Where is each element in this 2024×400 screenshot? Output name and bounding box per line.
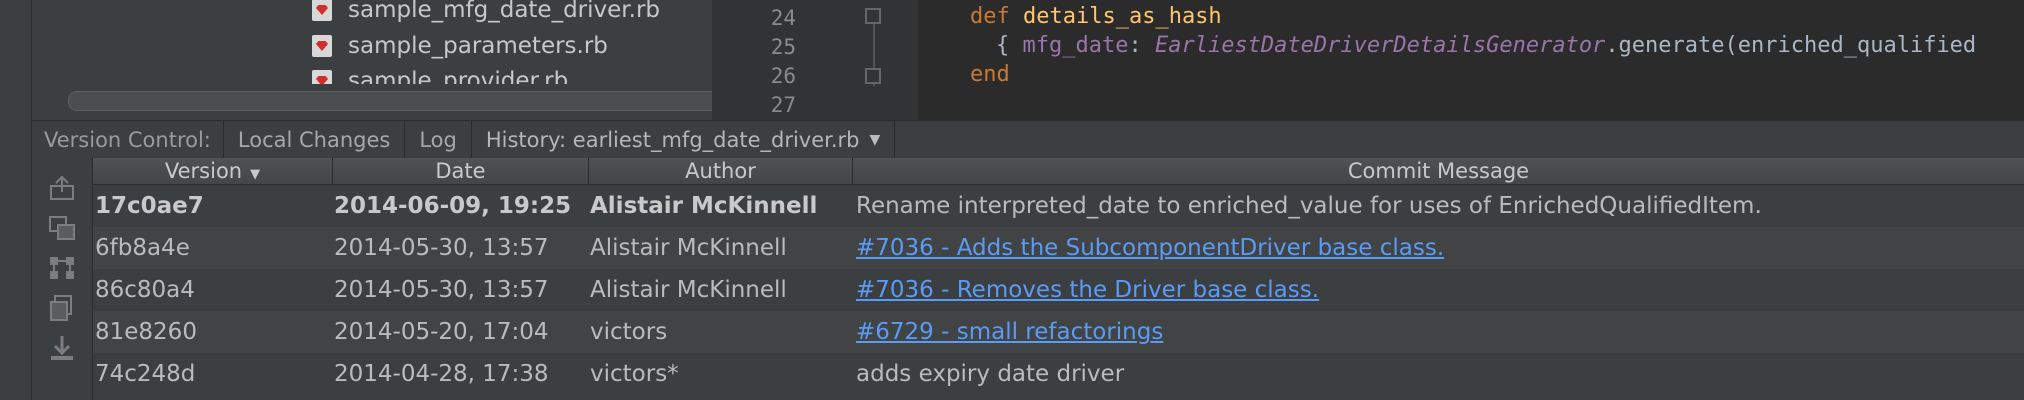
cell-author: Alistair McKinnell <box>590 193 818 219</box>
cell-commit-message: #6729 - small refactorings <box>856 311 2016 353</box>
cell-author: victors <box>590 319 668 345</box>
cell-commit-message: Rename interpreted_date to enriched_valu… <box>856 193 1762 219</box>
line-number: 27 <box>770 93 796 117</box>
cell-commit-message: adds expiry date driver <box>856 361 1125 387</box>
symbol: mfg_date <box>1022 33 1129 58</box>
code-line-25: { mfg_date: EarliestDateDriverDetailsGen… <box>996 33 1976 58</box>
cell-version: 6fb8a4e <box>95 235 190 261</box>
code-editor[interactable]: def details_as_hash { mfg_date: Earliest… <box>918 0 2024 120</box>
share-icon[interactable] <box>47 174 77 202</box>
class-name: EarliestDateDriverDetailsGenerator <box>1154 33 1606 58</box>
commit-link[interactable]: #7036 - Adds the SubcomponentDriver base… <box>856 235 1444 261</box>
tab-local-changes[interactable]: Local Changes <box>224 121 406 158</box>
line-number: 25 <box>770 35 796 59</box>
horizontal-scrollbar[interactable] <box>68 91 712 111</box>
column-header-version[interactable]: Version ▼ <box>93 158 333 184</box>
compare-icon[interactable] <box>47 214 77 242</box>
table-header: Version ▼ Date Author Commit Message <box>93 158 2024 185</box>
tab-log[interactable]: Log <box>405 121 472 158</box>
cell-author: victors* <box>590 361 679 387</box>
line-number: 24 <box>770 6 796 30</box>
history-toolbar <box>32 158 93 400</box>
ruby-file-icon <box>312 70 332 84</box>
table-row[interactable]: 6fb8a4e 2014-05-30, 13:57 Alistair McKin… <box>93 227 2024 269</box>
history-table: Version ▼ Date Author Commit Message 17c0… <box>93 158 2024 400</box>
copy-icon[interactable] <box>47 294 77 322</box>
cell-date: 2014-05-20, 17:04 <box>334 319 549 345</box>
cell-commit-message: #7036 - Adds the SubcomponentDriver base… <box>856 227 2016 269</box>
cell-commit-message: #7036 - Removes the Driver base class. <box>856 269 2016 311</box>
code-line-26: end <box>970 62 1010 87</box>
version-control-header: Version Control: Local Changes Log Histo… <box>32 120 2024 159</box>
table-row[interactable]: 81e8260 2014-05-20, 17:04 victors #6729 … <box>93 311 2024 353</box>
cell-date: 2014-05-30, 13:57 <box>334 235 549 261</box>
commit-link[interactable]: #6729 - small refactorings <box>856 319 1163 345</box>
cell-author: Alistair McKinnell <box>590 235 787 261</box>
method-call: .generate(enriched_qualified <box>1605 33 1977 58</box>
column-header-date[interactable]: Date <box>333 158 589 184</box>
structure-icon[interactable] <box>47 254 77 282</box>
cell-version: 17c0ae7 <box>95 193 204 219</box>
table-row[interactable]: 17c0ae7 2014-06-09, 19:25 Alistair McKin… <box>93 185 2024 227</box>
colon: : <box>1128 33 1155 58</box>
cell-date: 2014-06-09, 19:25 <box>334 193 572 219</box>
tree-item-file[interactable]: sample_mfg_date_driver.rb <box>312 0 660 25</box>
ruby-file-icon <box>312 35 332 57</box>
tree-item-file[interactable]: sample_parameters.rb <box>312 31 608 61</box>
fold-marker-icon[interactable] <box>865 68 881 84</box>
tab-history-label: History: earliest_mfg_date_driver.rb <box>485 127 860 152</box>
sort-descending-icon: ▼ <box>250 167 261 182</box>
tab-history[interactable]: History: earliest_mfg_date_driver.rb ▼ <box>472 121 896 158</box>
method-name: details_as_hash <box>1023 4 1222 29</box>
cell-date: 2014-04-28, 17:38 <box>334 361 549 387</box>
tree-item-label: sample_mfg_date_driver.rb <box>348 0 661 23</box>
project-tree: sample_mfg_date_driver.rb sample_paramet… <box>32 0 712 120</box>
chevron-down-icon[interactable]: ▼ <box>870 132 881 148</box>
ruby-file-icon <box>312 0 332 21</box>
table-row[interactable]: 86c80a4 2014-05-30, 13:57 Alistair McKin… <box>93 269 2024 311</box>
left-tool-strip <box>0 0 32 400</box>
editor-gutter: 24 25 26 27 <box>712 0 918 120</box>
table-row[interactable]: 74c248d 2014-04-28, 17:38 victors* adds … <box>93 353 2024 395</box>
column-header-label: Version <box>164 159 243 183</box>
cell-version: 86c80a4 <box>95 277 195 303</box>
tree-item-label: sample_parameters.rb <box>348 33 608 59</box>
brace: { <box>996 33 1023 58</box>
column-header-commit-message[interactable]: Commit Message <box>853 158 2024 184</box>
download-icon[interactable] <box>47 334 77 362</box>
cell-version: 81e8260 <box>95 319 197 345</box>
column-header-author[interactable]: Author <box>589 158 853 184</box>
keyword: end <box>970 62 1010 87</box>
commit-link[interactable]: #7036 - Removes the Driver base class. <box>856 277 1319 303</box>
line-number: 26 <box>770 64 796 88</box>
code-line-24: def details_as_hash <box>970 4 1222 29</box>
version-control-label: Version Control: <box>32 121 224 158</box>
fold-marker-icon[interactable] <box>865 8 881 24</box>
keyword: def <box>970 4 1010 29</box>
cell-author: Alistair McKinnell <box>590 277 787 303</box>
cell-date: 2014-05-30, 13:57 <box>334 277 549 303</box>
cell-version: 74c248d <box>95 361 196 387</box>
